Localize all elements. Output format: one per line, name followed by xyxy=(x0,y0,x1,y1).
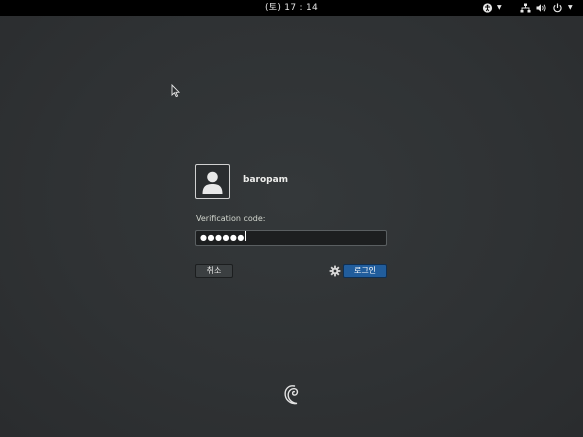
debian-swirl-logo xyxy=(284,385,299,405)
chevron-down-icon[interactable]: ▼ xyxy=(497,0,502,16)
cancel-button[interactable]: 취소 xyxy=(195,264,233,278)
accessibility-icon[interactable] xyxy=(482,0,493,16)
gear-icon[interactable] xyxy=(329,265,341,277)
chevron-down-icon[interactable]: ▼ xyxy=(568,0,573,16)
volume-icon[interactable] xyxy=(536,0,547,16)
user-avatar-icon xyxy=(195,164,230,199)
username: baropam xyxy=(243,175,289,185)
login-screen: (토) 17 : 14 ▼ ▼ baropam Verification cod… xyxy=(0,0,583,437)
login-button[interactable]: 로그인 xyxy=(343,264,387,278)
network-icon[interactable] xyxy=(520,0,531,16)
power-icon[interactable] xyxy=(552,0,563,16)
verification-code-label: Verification code: xyxy=(196,214,266,223)
clock[interactable]: (토) 17 : 14 xyxy=(0,0,583,16)
text-caret xyxy=(244,231,246,241)
verification-code-input[interactable]: ●●●●●● xyxy=(195,230,387,246)
mouse-pointer-icon xyxy=(171,84,181,98)
top-bar: (토) 17 : 14 ▼ ▼ xyxy=(0,0,583,16)
password-mask: ●●●●●● xyxy=(200,233,245,242)
